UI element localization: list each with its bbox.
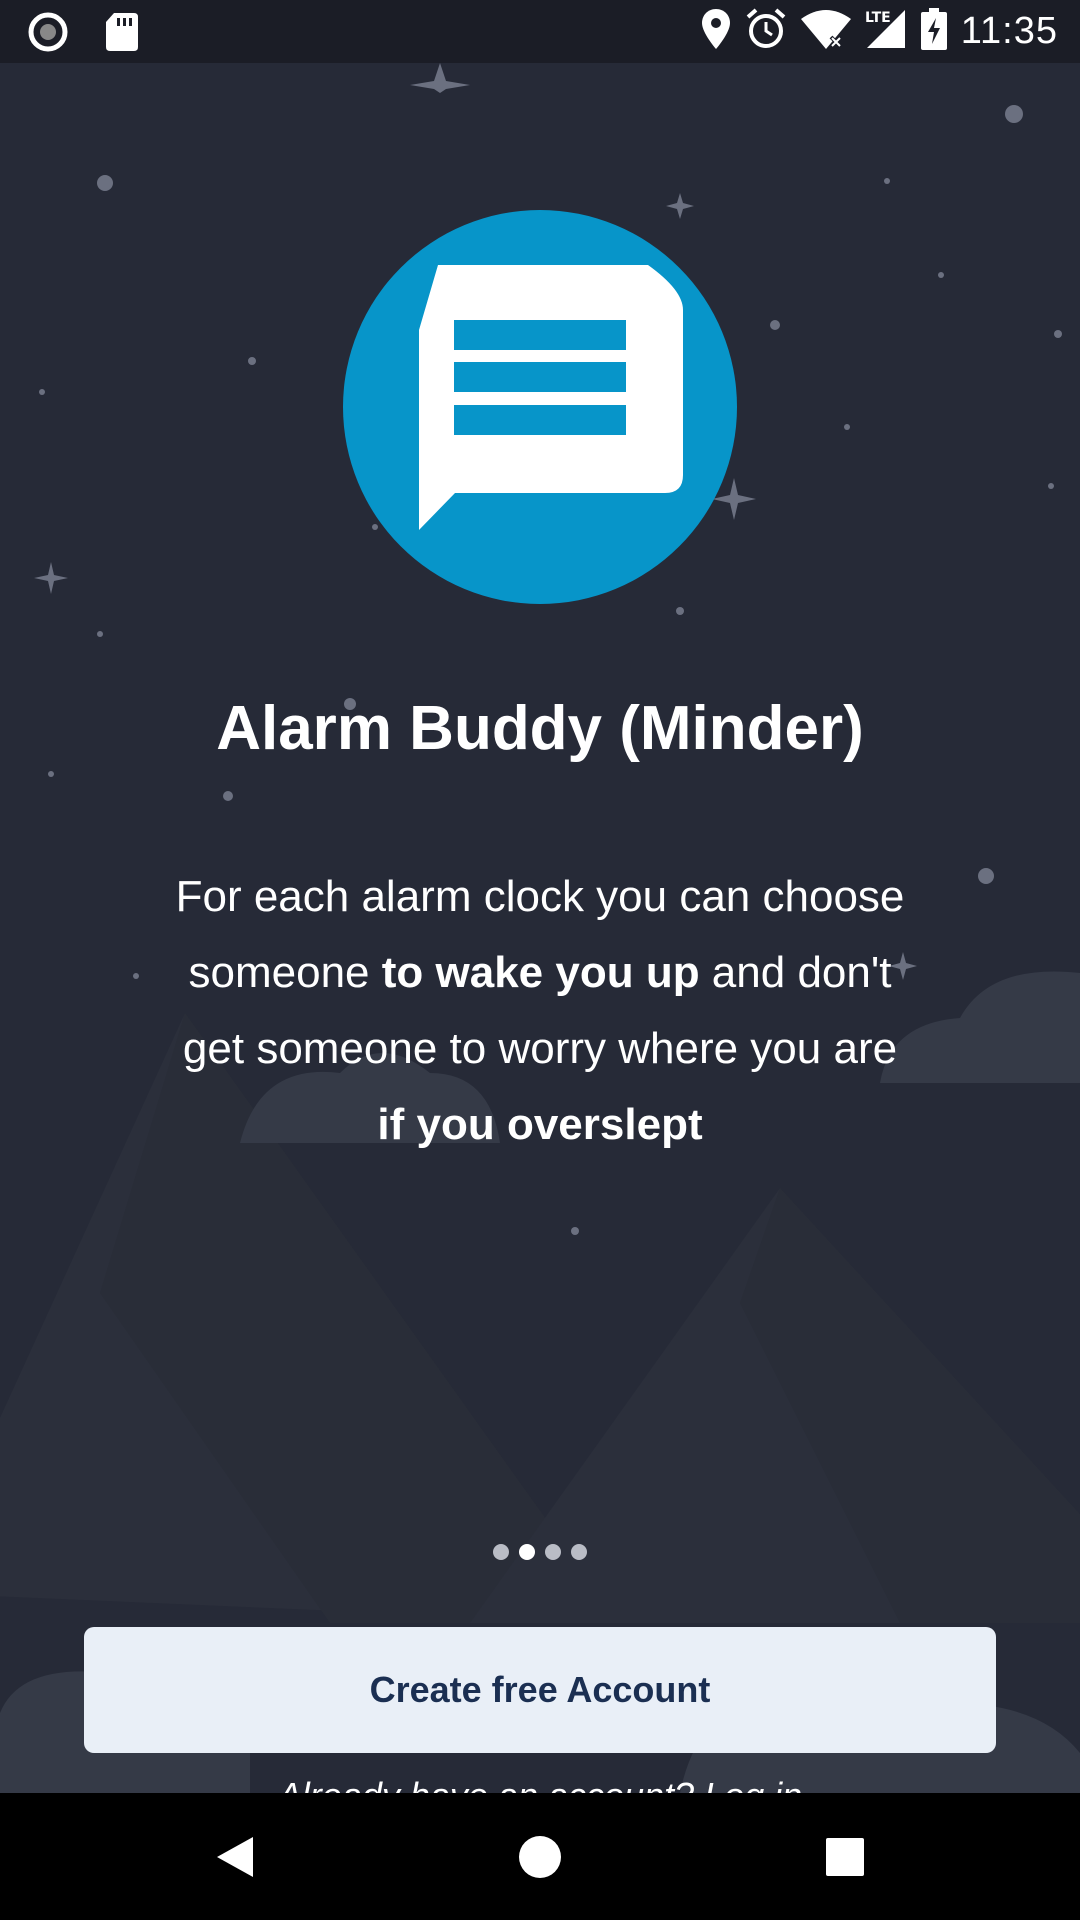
description-emphasis: to wake you up <box>381 948 700 997</box>
page-dot-active <box>519 1544 535 1560</box>
network-type-label: LTE <box>865 10 891 26</box>
app-description: For each alarm clock you can choose some… <box>120 859 960 1163</box>
recents-button[interactable] <box>745 1793 945 1920</box>
status-time: 11:35 <box>960 10 1058 52</box>
description-line: get someone to worry where you are <box>182 1024 898 1073</box>
home-button[interactable] <box>440 1793 640 1920</box>
description-line: For each alarm clock you can choose <box>175 872 905 921</box>
background-scene: Alarm Buddy (Minder) For each alarm cloc… <box>0 63 1080 1793</box>
description-line: if you overslept <box>120 1087 960 1163</box>
alarm-icon <box>745 8 787 55</box>
sd-card-icon <box>106 13 138 56</box>
page-dot <box>493 1544 509 1560</box>
status-bar: LTE 11:35 <box>0 0 1080 63</box>
login-prompt-text: Already have an account? <box>278 1775 704 1793</box>
description-text: someone <box>188 948 382 997</box>
back-button[interactable] <box>135 1793 335 1920</box>
back-triangle-icon <box>217 1836 253 1877</box>
record-icon <box>28 12 68 57</box>
home-circle-icon <box>519 1835 561 1878</box>
page-dot <box>571 1544 587 1560</box>
signal-icon: LTE <box>865 8 907 55</box>
description-line: someone to wake you up and don't <box>120 935 960 1011</box>
wifi-icon <box>800 9 851 54</box>
navigation-bar <box>0 1793 1080 1920</box>
app-title: Alarm Buddy (Minder) <box>216 694 864 763</box>
battery-charging-icon <box>920 8 947 55</box>
page-dot <box>545 1544 561 1560</box>
description-emphasis: if you overslept <box>377 1100 703 1149</box>
chat-bubble-icon <box>419 265 683 530</box>
page-indicator <box>0 1544 1080 1560</box>
create-account-button[interactable]: Create free Account <box>84 1627 996 1753</box>
location-icon <box>701 9 731 54</box>
login-link[interactable]: Log in <box>704 1775 802 1793</box>
login-prompt: Already have an account? Log in <box>0 1775 1080 1793</box>
description-text: and don't <box>699 948 892 997</box>
recents-square-icon <box>826 1837 864 1876</box>
app-logo <box>343 210 737 604</box>
